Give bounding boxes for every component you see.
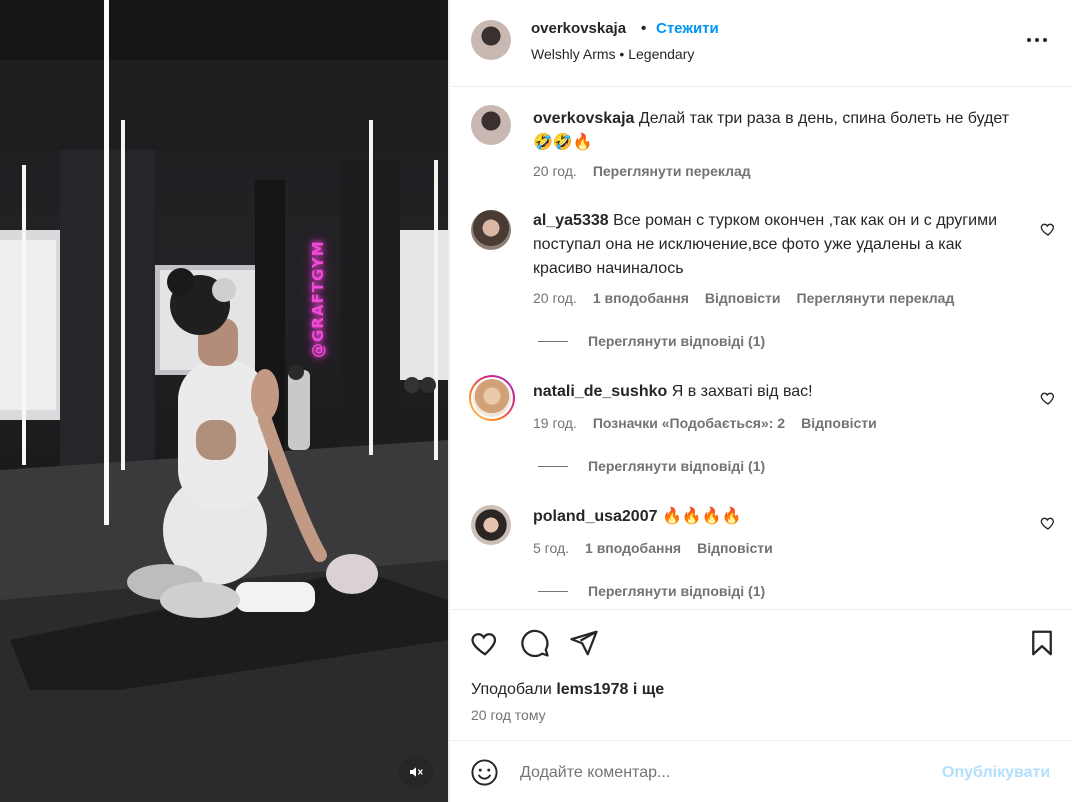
neon-sign-text: @GRAFTGYM	[309, 240, 327, 358]
comments-list[interactable]: overkovskaja Делай так три раза в день, …	[450, 88, 1072, 608]
comment-username[interactable]: poland_usa2007	[533, 508, 658, 525]
more-dot	[1043, 38, 1047, 42]
comment-translate-link[interactable]: Переглянути переклад	[797, 290, 955, 306]
comment-avatar-story-ring[interactable]	[469, 375, 515, 421]
view-replies-label: Переглянути відповіді (1)	[588, 333, 766, 349]
caption-avatar[interactable]	[471, 105, 511, 145]
mute-toggle-button[interactable]	[399, 755, 433, 789]
caption-translate-link[interactable]: Переглянути переклад	[593, 163, 751, 179]
view-replies-button[interactable]: Переглянути відповіді (1)	[538, 583, 765, 599]
comment-avatar[interactable]	[471, 505, 511, 545]
more-options-button[interactable]	[1024, 28, 1050, 52]
comment-like-heart-icon[interactable]	[1040, 221, 1056, 237]
publish-comment-button[interactable]: Опублікувати	[942, 764, 1050, 782]
replies-line	[538, 340, 568, 342]
comment-meta: 19 год. Позначки «Подобається»: 2 Відпов…	[533, 415, 877, 431]
comment-meta: 20 год. 1 вподобання Відповісти Переглян…	[533, 290, 954, 306]
comment-reply-button[interactable]: Відповісти	[705, 290, 781, 306]
comment-input[interactable]	[520, 759, 920, 787]
caption-text-block: overkovskaja Делай так три раза в день, …	[533, 107, 1023, 155]
more-dots-icon	[1027, 38, 1031, 42]
comment-like-heart-icon[interactable]	[1040, 515, 1056, 531]
comment-text: Я в захваті від вас!	[671, 383, 813, 400]
replies-line	[538, 465, 568, 467]
liked-by-summary: Уподобали lems1978 і ще	[471, 681, 664, 699]
liked-by-others[interactable]: і ще	[633, 681, 664, 698]
author-avatar[interactable]	[471, 20, 511, 60]
comment-time: 20 год.	[533, 290, 577, 306]
caption-time: 20 год.	[533, 163, 577, 179]
comment-reply-button[interactable]: Відповісти	[697, 540, 773, 556]
author-username[interactable]: overkovskaja	[531, 20, 626, 37]
comment-username[interactable]: natali_de_sushko	[533, 383, 667, 400]
comment-reply-button[interactable]: Відповісти	[801, 415, 877, 431]
comment-bubble-icon[interactable]	[520, 628, 550, 658]
comment-username[interactable]: al_ya5338	[533, 212, 609, 229]
emoji-smiley-icon[interactable]	[470, 758, 499, 787]
comment-avatar[interactable]	[471, 210, 511, 250]
more-dot	[1035, 38, 1039, 42]
instagram-post-modal: @GRAFTGYM overkovskaja • Стежити Welshly…	[0, 0, 1072, 802]
comment-text-block: natali_de_sushko Я в захваті від вас!	[533, 380, 1023, 404]
comment-likes-count[interactable]: 1 вподобання	[585, 540, 681, 556]
comment-text-block: al_ya5338 Все роман с турком окончен ,та…	[533, 209, 1023, 281]
separator-dot: •	[641, 20, 647, 37]
comment-time: 5 год.	[533, 540, 570, 556]
comment-text: 🔥🔥🔥🔥	[661, 508, 742, 525]
replies-line	[538, 590, 568, 592]
caption-meta: 20 год. Переглянути переклад	[533, 163, 751, 179]
audio-track-link[interactable]: Welshly Arms • Legendary	[531, 46, 694, 62]
post-header: overkovskaja • Стежити Welshly Arms • Le…	[450, 0, 1072, 87]
comment-text-block: poland_usa2007 🔥🔥🔥🔥	[533, 505, 1023, 529]
video-player[interactable]: @GRAFTGYM	[0, 0, 448, 802]
save-bookmark-icon[interactable]	[1027, 628, 1057, 658]
post-actions: Уподобали lems1978 і ще 20 год тому	[450, 609, 1072, 739]
comment-likes-count[interactable]: 1 вподобання	[593, 290, 689, 306]
liked-by-prefix: Уподобали	[471, 681, 552, 698]
caption-username[interactable]: overkovskaja	[533, 110, 634, 127]
comment-like-heart-icon[interactable]	[1040, 390, 1056, 406]
comment-composer: Опублікувати	[450, 740, 1072, 802]
view-replies-button[interactable]: Переглянути відповіді (1)	[538, 333, 765, 349]
post-details-panel: overkovskaja • Стежити Welshly Arms • Le…	[450, 0, 1072, 802]
speaker-muted-icon	[410, 767, 423, 777]
view-replies-button[interactable]: Переглянути відповіді (1)	[538, 458, 765, 474]
follow-button[interactable]: Стежити	[656, 20, 719, 37]
comment-likes-count[interactable]: Позначки «Подобається»: 2	[593, 415, 785, 431]
view-replies-label: Переглянути відповіді (1)	[588, 458, 766, 474]
video-frame	[0, 0, 448, 802]
liked-by-user[interactable]: lems1978	[556, 681, 628, 698]
post-timestamp[interactable]: 20 год тому	[471, 707, 546, 723]
view-replies-label: Переглянути відповіді (1)	[588, 583, 766, 599]
comment-time: 19 год.	[533, 415, 577, 431]
comment-meta: 5 год. 1 вподобання Відповісти	[533, 540, 773, 556]
share-paper-plane-icon[interactable]	[569, 628, 599, 658]
like-heart-icon[interactable]	[470, 628, 500, 658]
